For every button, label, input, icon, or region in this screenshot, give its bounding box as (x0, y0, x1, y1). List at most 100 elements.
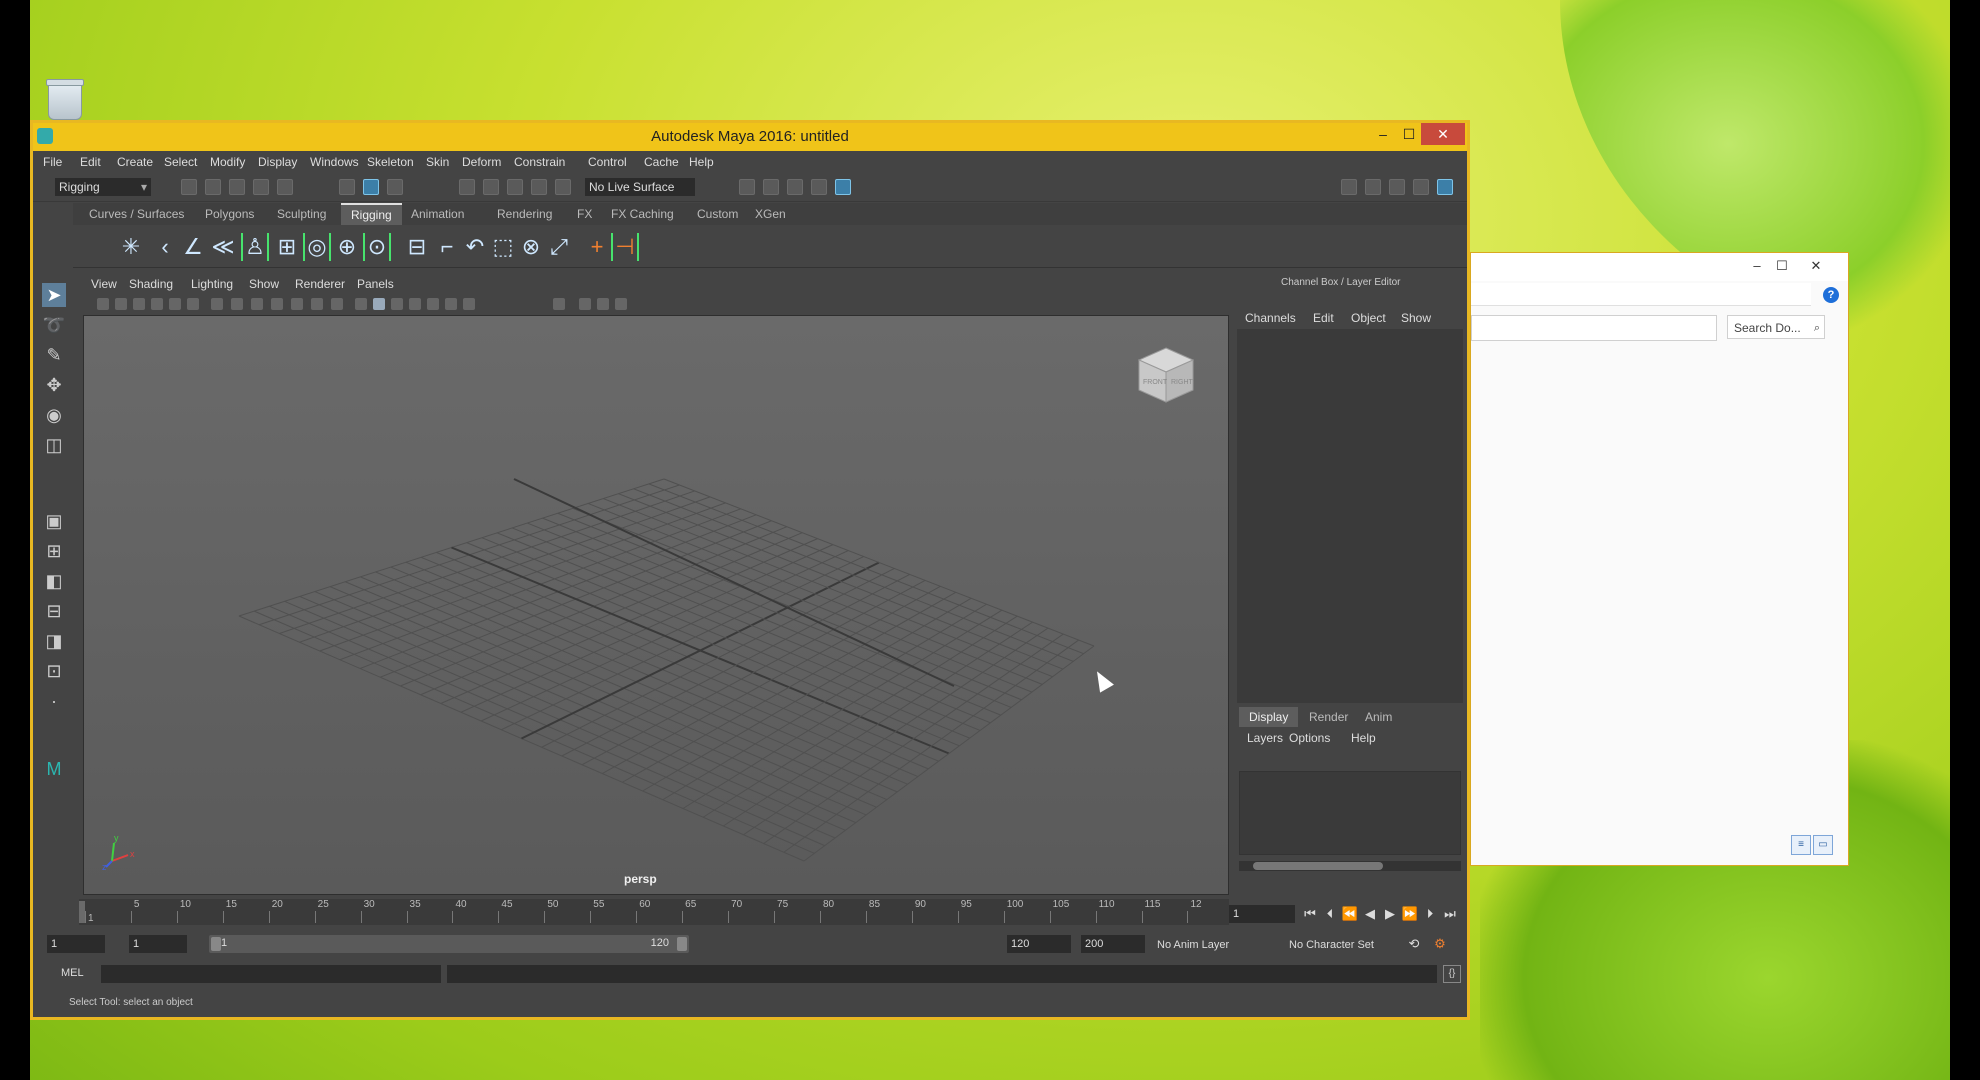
tab-custom[interactable]: Custom (687, 203, 748, 225)
single-perspective-layout-icon[interactable]: ▣ (42, 509, 66, 533)
tab-rendering[interactable]: Rendering (487, 203, 562, 225)
locator-icon[interactable]: + (583, 233, 611, 261)
tab-sculpting[interactable]: Sculpting (267, 203, 336, 225)
bind-skin-icon[interactable]: ⊞ (273, 233, 301, 261)
layer-menu-help[interactable]: Help (1351, 731, 1376, 745)
tab-fx-caching[interactable]: FX Caching (601, 203, 684, 225)
go-to-end-icon[interactable]: ⏭ (1441, 905, 1459, 923)
persp-graph-layout-icon[interactable]: ⊟ (42, 599, 66, 623)
select-hierarchy-icon[interactable] (339, 179, 355, 195)
explorer-window[interactable]: – ☐ ✕ ? Search Do... ⌕ ≡ ▭ (1470, 252, 1849, 866)
menu-set-dropdown[interactable]: Rigging (55, 178, 151, 196)
menu-skin[interactable]: Skin (426, 155, 449, 169)
tab-xgen[interactable]: XGen (745, 203, 796, 225)
range-slider[interactable]: 1 120 (209, 935, 689, 953)
image-plane-icon[interactable] (151, 298, 163, 310)
select-tool-icon[interactable]: ➤ (42, 283, 66, 307)
layer-menu-options[interactable]: Options (1289, 731, 1330, 745)
camera-select-icon[interactable] (97, 298, 109, 310)
menu-modify[interactable]: Modify (210, 155, 245, 169)
mirror-joint-icon[interactable]: ≪ (209, 233, 237, 261)
details-view-icon[interactable]: ≡ (1791, 835, 1811, 855)
select-object-icon[interactable] (363, 179, 379, 195)
resolution-gate-icon[interactable] (251, 298, 263, 310)
menu-select[interactable]: Select (164, 155, 197, 169)
2d-pan-zoom-icon[interactable] (169, 298, 181, 310)
vp-menu-show[interactable]: Show (249, 277, 279, 291)
outliner-icon[interactable] (1413, 179, 1429, 195)
point-constraint-icon[interactable]: ⌐ (433, 233, 461, 261)
channel-box-toggle-icon[interactable] (1437, 179, 1453, 195)
menu-create[interactable]: Create (117, 155, 153, 169)
grid-toggle-icon[interactable] (211, 298, 223, 310)
undo-icon[interactable] (253, 179, 269, 195)
viewcube[interactable]: FRONT RIGHT (1137, 346, 1195, 404)
menu-skeleton[interactable]: Skeleton (367, 155, 414, 169)
move-tool-icon[interactable]: ✥ (42, 373, 66, 397)
range-end-handle[interactable] (677, 937, 687, 951)
snap-curve-icon[interactable] (483, 179, 499, 195)
layer-scrollbar[interactable] (1239, 861, 1461, 871)
set-driven-key-icon[interactable]: ⊣ (611, 233, 639, 261)
menu-control[interactable]: Control (588, 155, 627, 169)
scale-tool-icon[interactable]: ◫ (42, 433, 66, 457)
lattice-icon[interactable]: ⊕ (333, 233, 361, 261)
redo-icon[interactable] (277, 179, 293, 195)
safe-title-icon[interactable] (331, 298, 343, 310)
step-forward-frame-icon[interactable]: ⏵ (1421, 905, 1439, 923)
tab-layer-anim[interactable]: Anim (1355, 707, 1402, 727)
menu-windows[interactable]: Windows (310, 155, 359, 169)
character-set-dropdown[interactable]: No Character Set (1289, 939, 1374, 951)
animation-start-field[interactable]: 1 (47, 935, 105, 953)
vp-menu-renderer[interactable]: Renderer (295, 277, 345, 291)
playback-start-field[interactable]: 1 (129, 935, 187, 953)
attribute-editor-icon[interactable] (1365, 179, 1381, 195)
time-slider[interactable]: 1 5 10 15 20 25 30 35 40 45 50 55 60 65 70 75 80 85 90 95 10… (79, 899, 1229, 925)
menu-constrain[interactable]: Constrain (514, 155, 565, 169)
vp-menu-view[interactable]: View (91, 277, 117, 291)
explorer-titlebar[interactable]: – ☐ ✕ (1471, 253, 1848, 281)
layer-list[interactable] (1239, 771, 1461, 855)
select-component-icon[interactable] (387, 179, 403, 195)
ambient-occlusion-icon[interactable] (463, 298, 475, 310)
tab-curves-surfaces[interactable]: Curves / Surfaces (79, 203, 194, 225)
explorer-minimize-button[interactable]: – (1746, 257, 1768, 275)
wireframe-icon[interactable] (355, 298, 367, 310)
new-scene-icon[interactable] (181, 179, 197, 195)
paint-weights-icon[interactable]: ◎ (303, 233, 331, 261)
save-scene-icon[interactable] (229, 179, 245, 195)
maya-titlebar[interactable]: Autodesk Maya 2016: untitled – ☐ ✕ (33, 123, 1467, 151)
field-chart-icon[interactable] (291, 298, 303, 310)
cb-menu-edit[interactable]: Edit (1313, 311, 1334, 325)
wrap-deformer-icon[interactable]: ⊙ (363, 233, 391, 261)
play-backwards-icon[interactable]: ◀ (1361, 905, 1379, 923)
bookmark-icon[interactable] (133, 298, 145, 310)
snap-surface-icon[interactable] (555, 179, 571, 195)
film-gate-icon[interactable] (231, 298, 243, 310)
current-frame-field[interactable]: 1 (1229, 905, 1295, 923)
tab-layer-display[interactable]: Display (1239, 707, 1299, 727)
channel-list[interactable] (1237, 329, 1463, 703)
xray-icon[interactable] (579, 298, 591, 310)
anim-layer-dropdown[interactable]: No Anim Layer (1157, 939, 1229, 951)
cb-menu-channels[interactable]: Channels (1245, 311, 1296, 325)
explorer-address-bar[interactable] (1471, 315, 1717, 341)
command-input[interactable] (101, 965, 441, 983)
tab-layer-render[interactable]: Render (1299, 707, 1358, 727)
hypershade-icon[interactable] (835, 179, 851, 195)
persp-outliner-layout-icon[interactable]: ◧ (42, 569, 66, 593)
maximize-button[interactable]: ☐ (1395, 123, 1423, 145)
play-forwards-icon[interactable]: ▶ (1381, 905, 1399, 923)
four-view-layout-icon[interactable]: ⊞ (42, 539, 66, 563)
cb-menu-object[interactable]: Object (1351, 311, 1386, 325)
vp-menu-lighting[interactable]: Lighting (191, 277, 233, 291)
textured-icon[interactable] (409, 298, 421, 310)
explorer-maximize-button[interactable]: ☐ (1771, 257, 1793, 275)
xray-joints-icon[interactable] (597, 298, 609, 310)
minimize-button[interactable]: – (1369, 123, 1397, 145)
close-button[interactable]: ✕ (1421, 123, 1465, 145)
menu-help[interactable]: Help (689, 155, 714, 169)
explorer-search-input[interactable]: Search Do... ⌕ (1727, 315, 1825, 339)
help-icon[interactable]: ? (1823, 287, 1839, 303)
menu-display[interactable]: Display (258, 155, 297, 169)
